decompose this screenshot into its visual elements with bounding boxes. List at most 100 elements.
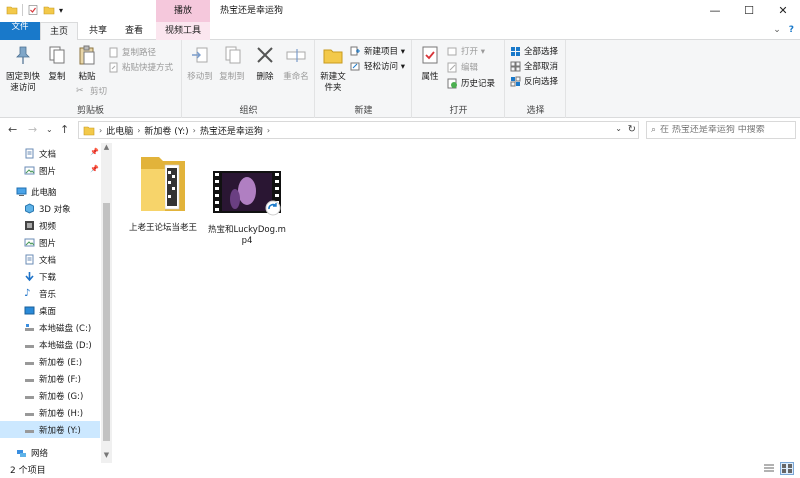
minimize-button[interactable]: — xyxy=(698,0,732,22)
delete-button[interactable]: 删除 xyxy=(253,44,277,83)
copy-path-button[interactable]: 复制路径 xyxy=(108,45,156,59)
paste-button[interactable]: 粘贴 xyxy=(74,44,100,83)
maximize-button[interactable]: ☐ xyxy=(732,0,766,22)
nav-drive-e[interactable]: 新加卷 (E:) xyxy=(0,353,100,370)
open-group: 属性 打开 ▾ 编辑 历史记录 打开 xyxy=(413,40,505,118)
paste-icon xyxy=(79,45,95,65)
scissors-icon: ✂ xyxy=(76,85,84,96)
nav-drive-c[interactable]: 本地磁盘 (C:) xyxy=(0,319,100,336)
tab-view[interactable]: 查看 xyxy=(116,22,152,40)
properties-button[interactable]: 属性 xyxy=(417,44,443,83)
organize-group-label: 组织 xyxy=(239,106,258,116)
new-group-label: 新建 xyxy=(354,106,373,116)
help-icon[interactable]: ? xyxy=(789,25,794,35)
nav-network[interactable]: 网络 xyxy=(0,444,100,461)
copy-button[interactable]: 复制 xyxy=(44,44,70,83)
toolbar-divider xyxy=(22,4,23,16)
details-view-button[interactable] xyxy=(762,462,776,475)
select-all-button[interactable]: 全部选择 xyxy=(510,44,558,58)
forward-arrow-icon[interactable]: → xyxy=(28,123,37,136)
file-item-video[interactable]: 热宝和LuckyDog.mp4 xyxy=(207,171,287,247)
breadcrumb-separator-icon[interactable]: › xyxy=(137,126,140,135)
nav-pictures[interactable]: 图片 xyxy=(0,234,100,251)
scroll-up-icon[interactable]: ▲ xyxy=(101,143,112,151)
delete-x-icon xyxy=(257,47,273,63)
tab-video-tools[interactable]: 视频工具 xyxy=(156,22,210,40)
tab-file[interactable]: 文件 xyxy=(0,22,40,40)
scroll-down-icon[interactable]: ▼ xyxy=(101,451,112,459)
tab-home[interactable]: 主页 xyxy=(40,22,78,41)
breadcrumb-current-folder[interactable]: 热宝还是幸运狗 xyxy=(200,124,263,137)
3d-objects-icon xyxy=(25,203,34,214)
nav-drive-g[interactable]: 新加卷 (G:) xyxy=(0,387,100,404)
nav-drive-h[interactable]: 新加卷 (H:) xyxy=(0,404,100,421)
nav-quick-documents[interactable]: 文档 xyxy=(0,145,100,162)
nav-this-pc[interactable]: 此电脑 xyxy=(0,183,100,200)
back-arrow-icon[interactable]: ← xyxy=(8,123,17,136)
address-bar[interactable]: › 此电脑 › 新加卷 (Y:) › 热宝还是幸运狗 › ⌄ ↻ xyxy=(78,121,639,139)
new-folder-icon[interactable] xyxy=(43,4,55,16)
file-item-folder[interactable]: 上老王论坛当老王 xyxy=(123,151,203,234)
video-thumbnail-icon xyxy=(213,171,281,216)
easy-access-button[interactable]: 轻松访问 ▾ xyxy=(350,59,405,73)
nav-3d-objects[interactable]: 3D 对象 xyxy=(0,200,100,217)
paste-shortcut-button[interactable]: 粘贴快捷方式 xyxy=(108,60,173,74)
history-icon xyxy=(447,78,457,88)
nav-videos[interactable]: 视频 xyxy=(0,217,100,234)
address-dropdown-icon[interactable]: ⌄ xyxy=(615,124,622,133)
edit-button[interactable]: 编辑 xyxy=(447,60,478,74)
nav-drive-f[interactable]: 新加卷 (F:) xyxy=(0,370,100,387)
up-arrow-icon[interactable]: ↑ xyxy=(60,123,69,136)
folder-icon[interactable] xyxy=(6,4,18,16)
nav-drive-d[interactable]: 本地磁盘 (D:) xyxy=(0,336,100,353)
breadcrumb-separator-icon[interactable]: › xyxy=(267,126,270,135)
breadcrumb-drive-y[interactable]: 新加卷 (Y:) xyxy=(144,124,188,137)
item-count: 2 个项目 xyxy=(10,466,46,476)
move-to-button[interactable]: 移动到 xyxy=(185,44,215,83)
new-folder-button[interactable]: 新建文件夹 xyxy=(318,44,348,94)
new-group: 新建文件夹 新建项目 ▾ 轻松访问 ▾ 新建 xyxy=(316,40,412,118)
nav-scrollbar[interactable]: ▲ ▼ xyxy=(101,143,112,463)
search-input[interactable] xyxy=(660,125,781,135)
history-button[interactable]: 历史记录 xyxy=(447,76,495,90)
drive-icon xyxy=(25,430,34,433)
recent-locations-icon[interactable]: ⌄ xyxy=(46,125,53,134)
pinned-icon[interactable]: 📌 xyxy=(90,165,99,173)
pin-quick-access-button[interactable]: 固定到快速访问 xyxy=(4,44,42,94)
properties-check-icon[interactable] xyxy=(27,4,39,16)
nav-drive-y[interactable]: 新加卷 (Y:) xyxy=(0,421,100,438)
nav-quick-pictures[interactable]: 图片 xyxy=(0,162,100,179)
this-pc-icon xyxy=(16,187,27,196)
nav-music[interactable]: ♪ 音乐 xyxy=(0,285,100,302)
select-none-button[interactable]: 全部取消 xyxy=(510,59,558,73)
cut-button[interactable]: ✂ 剪切 xyxy=(76,84,107,98)
invert-selection-button[interactable]: 反向选择 xyxy=(510,74,558,88)
large-icons-view-icon xyxy=(782,464,792,473)
scrollbar-thumb[interactable] xyxy=(103,203,110,441)
search-box[interactable]: ⌕ xyxy=(646,121,796,139)
navigation-pane: 文档 📌 图片 📌 此电脑 3D 对象 视频 图片 文档 下载 ♪ 音乐 桌面 … xyxy=(0,143,112,463)
breadcrumb-separator-icon[interactable]: › xyxy=(193,126,196,135)
system-drive-icon xyxy=(25,324,34,331)
drive-icon xyxy=(25,396,34,399)
search-icon: ⌕ xyxy=(651,125,657,135)
nav-desktop[interactable]: 桌面 xyxy=(0,302,100,319)
pinned-icon[interactable]: 📌 xyxy=(90,148,99,156)
large-icons-view-button[interactable] xyxy=(780,462,794,475)
rename-button[interactable]: 重命名 xyxy=(281,44,311,83)
rename-icon xyxy=(286,49,306,62)
customize-qat-icon[interactable]: ▾ xyxy=(59,6,63,15)
file-list: 上老王论坛当老王 热宝和LuckyDog.mp4 xyxy=(113,143,800,459)
open-button[interactable]: 打开 ▾ xyxy=(447,44,485,58)
edit-icon xyxy=(447,62,457,72)
nav-downloads[interactable]: 下载 xyxy=(0,268,100,285)
new-item-button[interactable]: 新建项目 ▾ xyxy=(350,44,405,58)
tab-share[interactable]: 共享 xyxy=(80,22,116,40)
refresh-icon[interactable]: ↻ xyxy=(628,124,636,135)
breadcrumb-this-pc[interactable]: 此电脑 xyxy=(106,124,133,137)
nav-documents[interactable]: 文档 xyxy=(0,251,100,268)
properties-icon xyxy=(422,46,438,64)
close-button[interactable]: ✕ xyxy=(766,0,800,22)
copy-to-button[interactable]: 复制到 xyxy=(217,44,247,83)
ribbon-collapse-icon[interactable]: ⌄ xyxy=(773,25,781,35)
